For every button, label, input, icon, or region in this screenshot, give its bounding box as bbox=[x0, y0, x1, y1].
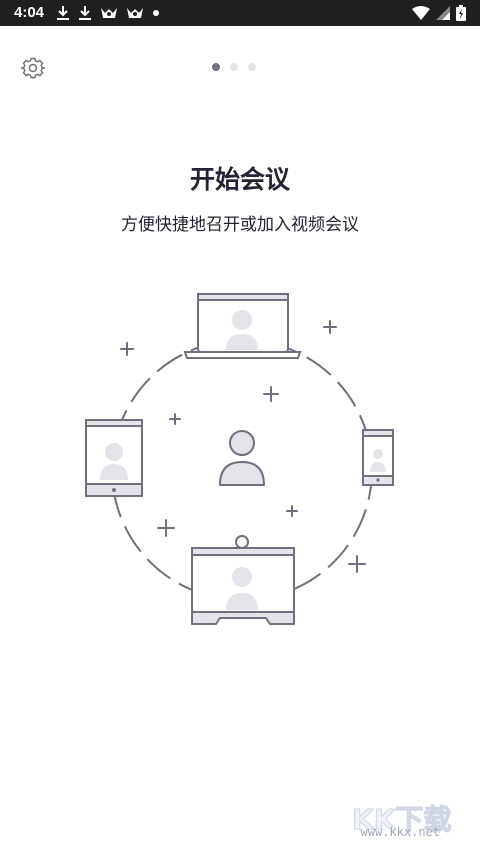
user-icon bbox=[219, 430, 265, 486]
gear-icon bbox=[21, 57, 45, 79]
notification-icons bbox=[56, 4, 160, 22]
status-bar: 4:04 bbox=[0, 0, 480, 26]
status-time: 4:04 bbox=[14, 4, 45, 21]
wifi-icon bbox=[412, 6, 430, 20]
page-dot bbox=[248, 63, 256, 71]
page-dot bbox=[230, 63, 238, 71]
room-display-icon bbox=[191, 535, 295, 625]
dot-icon bbox=[153, 10, 159, 16]
settings-button[interactable] bbox=[20, 55, 46, 81]
app-icon bbox=[101, 8, 117, 18]
battery-icon bbox=[456, 5, 466, 21]
app-icon bbox=[127, 8, 143, 18]
watermark-url: www.kkx.net bbox=[360, 825, 440, 839]
system-icons bbox=[412, 4, 466, 22]
page-subtitle: 方便快捷地召开或加入视频会议 bbox=[121, 215, 359, 235]
page-dot-active bbox=[212, 63, 220, 71]
download-icon bbox=[79, 6, 91, 20]
phone-icon bbox=[362, 429, 394, 486]
page-indicator bbox=[212, 63, 256, 71]
meeting-illustration bbox=[85, 293, 394, 625]
download-icon bbox=[57, 6, 69, 20]
page-title: 开始会议 bbox=[189, 165, 290, 194]
watermark: KK下载 www.kkx.net bbox=[350, 799, 470, 845]
tablet-icon bbox=[85, 419, 143, 497]
cell-signal-icon bbox=[436, 6, 450, 20]
laptop-icon bbox=[183, 293, 302, 359]
